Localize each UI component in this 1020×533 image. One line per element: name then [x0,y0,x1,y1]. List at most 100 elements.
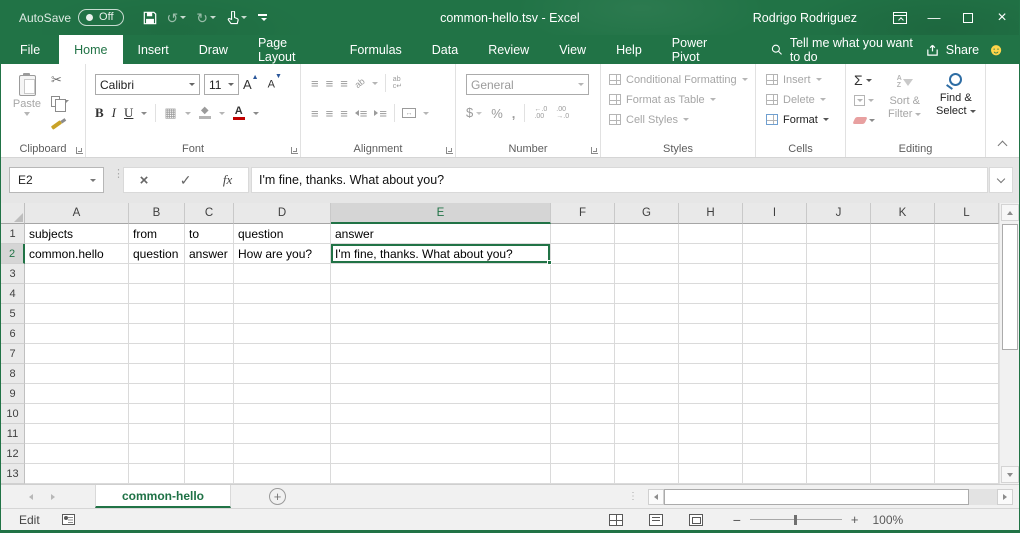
cell-C8[interactable] [185,364,234,384]
font-color-dropdown-icon[interactable] [253,112,259,115]
align-left-button[interactable]: ≡ [311,107,319,120]
cell-C7[interactable] [185,344,234,364]
cell-C1[interactable]: to [185,224,234,244]
cell-H6[interactable] [679,324,743,344]
cell-F11[interactable] [551,424,615,444]
new-sheet-button[interactable]: + [269,488,286,505]
merge-center-button[interactable]: ↔ [402,108,416,118]
cell-E2[interactable]: I'm fine, thanks. What about you? [331,244,551,264]
cell-H2[interactable] [679,244,743,264]
horizontal-scrollbar-track[interactable] [969,489,997,505]
horizontal-scrollbar-thumb[interactable] [664,489,969,505]
cell-D4[interactable] [234,284,331,304]
cell-A9[interactable] [25,384,129,404]
decrease-decimal-button[interactable]: .00 →.0 [556,106,569,120]
cell-I3[interactable] [743,264,807,284]
collapse-ribbon-button[interactable] [998,141,1008,151]
cell-D9[interactable] [234,384,331,404]
cell-I11[interactable] [743,424,807,444]
cell-L12[interactable] [935,444,999,464]
clipboard-dialog-launcher[interactable] [76,147,83,154]
cell-F12[interactable] [551,444,615,464]
format-cells-button[interactable]: Format [766,112,829,127]
cell-D6[interactable] [234,324,331,344]
cell-I2[interactable] [743,244,807,264]
cell-H5[interactable] [679,304,743,324]
borders-dropdown-icon[interactable] [185,112,191,115]
formula-input[interactable]: I'm fine, thanks. What about you? [251,167,988,193]
cell-H10[interactable] [679,404,743,424]
cell-D10[interactable] [234,404,331,424]
page-layout-view-button[interactable] [649,514,663,526]
cell-A7[interactable] [25,344,129,364]
tab-home[interactable]: Home [59,35,122,64]
cell-F1[interactable] [551,224,615,244]
cell-D13[interactable] [234,464,331,484]
column-header-A[interactable]: A [25,203,129,224]
sort-filter-button[interactable]: AZ Sort & Filter [888,71,921,121]
cell-H13[interactable] [679,464,743,484]
cell-C12[interactable] [185,444,234,464]
row-header-12[interactable]: 12 [1,444,25,464]
cell-G7[interactable] [615,344,679,364]
cell-J10[interactable] [807,404,871,424]
vertical-scrollbar[interactable] [999,203,1019,484]
orientation-button[interactable]: ab [353,76,366,89]
next-sheet-button[interactable] [51,494,55,500]
cell-I7[interactable] [743,344,807,364]
cell-I4[interactable] [743,284,807,304]
vertical-scrollbar-thumb[interactable] [1002,224,1018,350]
zoom-in-button[interactable]: + [851,512,859,527]
cell-J6[interactable] [807,324,871,344]
cell-C2[interactable]: answer [185,244,234,264]
cell-F5[interactable] [551,304,615,324]
cell-K10[interactable] [871,404,935,424]
cell-C11[interactable] [185,424,234,444]
cell-A8[interactable] [25,364,129,384]
italic-button[interactable]: I [112,105,116,121]
wrap-text-button[interactable]: ab c↵ [393,76,402,90]
column-header-L[interactable]: L [935,203,999,224]
row-header-5[interactable]: 5 [1,304,25,324]
cell-K1[interactable] [871,224,935,244]
cell-G13[interactable] [615,464,679,484]
tab-review[interactable]: Review [473,35,544,64]
row-header-8[interactable]: 8 [1,364,25,384]
row-header-9[interactable]: 9 [1,384,25,404]
cell-K3[interactable] [871,264,935,284]
bold-button[interactable]: B [95,105,104,121]
format-painter-button[interactable] [51,114,69,130]
tab-file[interactable]: File [1,35,59,64]
maximize-button[interactable] [951,0,985,35]
ribbon-display-options-button[interactable] [883,0,917,35]
cell-K13[interactable] [871,464,935,484]
cell-G5[interactable] [615,304,679,324]
cell-G2[interactable] [615,244,679,264]
cell-B3[interactable] [129,264,185,284]
cell-F9[interactable] [551,384,615,404]
cell-A5[interactable] [25,304,129,324]
cell-H9[interactable] [679,384,743,404]
cell-J4[interactable] [807,284,871,304]
find-select-button[interactable]: Find & Select [936,71,976,118]
cell-G3[interactable] [615,264,679,284]
percent-style-button[interactable]: % [491,106,503,121]
cell-L10[interactable] [935,404,999,424]
cell-A1[interactable]: subjects [25,224,129,244]
name-box[interactable]: E2 [9,167,104,193]
cell-G11[interactable] [615,424,679,444]
cell-E7[interactable] [331,344,551,364]
align-right-button[interactable]: ≡ [340,107,348,120]
cell-L8[interactable] [935,364,999,384]
cell-A6[interactable] [25,324,129,344]
cell-C3[interactable] [185,264,234,284]
cell-L4[interactable] [935,284,999,304]
previous-sheet-button[interactable] [29,494,33,500]
cell-D8[interactable] [234,364,331,384]
column-header-I[interactable]: I [743,203,807,224]
tab-help[interactable]: Help [601,35,657,64]
row-header-4[interactable]: 4 [1,284,25,304]
cell-I10[interactable] [743,404,807,424]
cell-B10[interactable] [129,404,185,424]
cell-D7[interactable] [234,344,331,364]
